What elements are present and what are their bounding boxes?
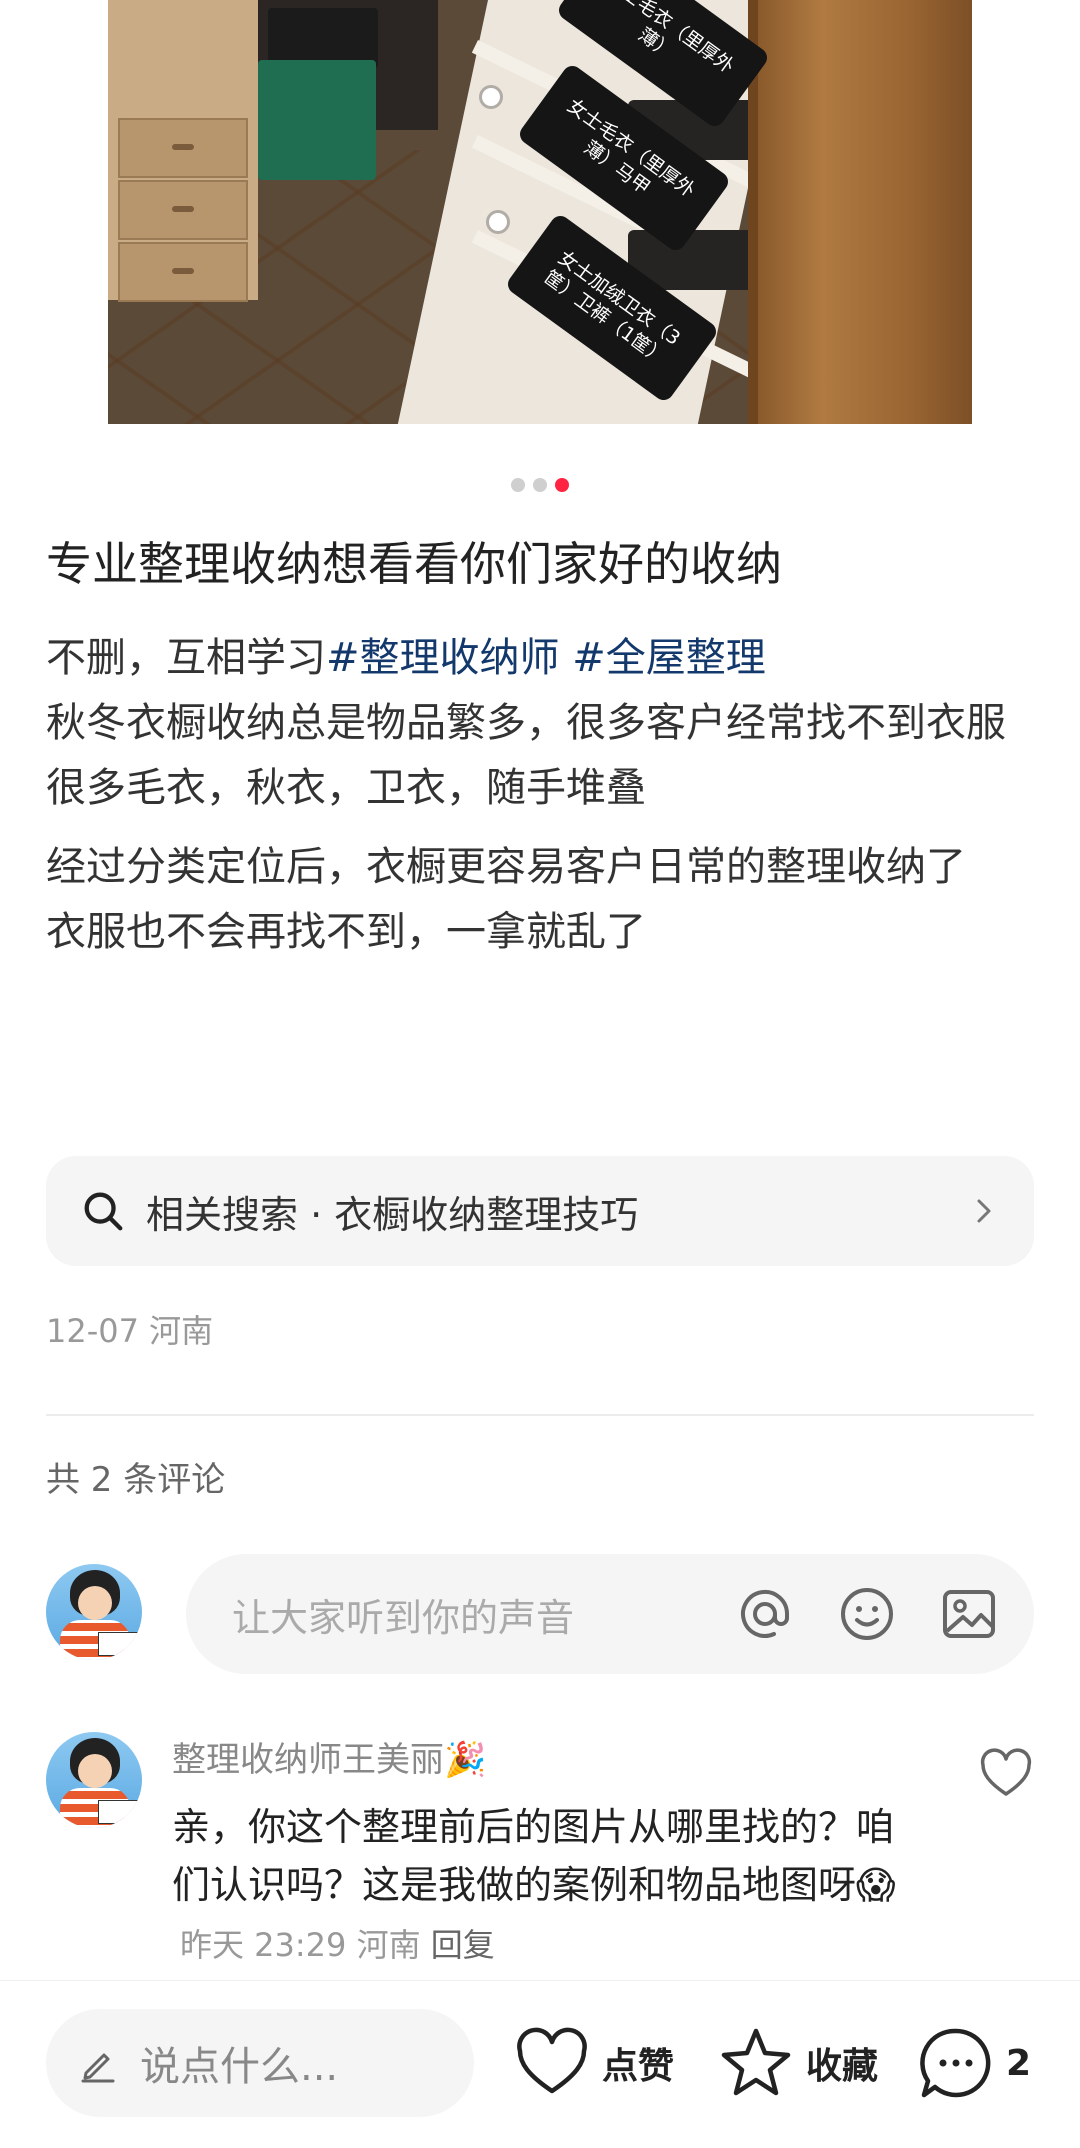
- chevron-right-icon: [977, 1199, 991, 1223]
- hashtag-link[interactable]: #全屋整理: [572, 635, 766, 681]
- comment-count: 共 2 条评论: [46, 1460, 226, 1500]
- body-paragraph: 很多毛衣，秋衣，卫衣，随手堆叠: [46, 765, 646, 811]
- post-body: 不删，互相学习#整理收纳师 #全屋整理 秋冬衣橱收纳总是物品繁多，很多客户经常找…: [46, 626, 1036, 965]
- emoji-icon[interactable]: [836, 1583, 898, 1645]
- tag-pin: [482, 88, 500, 106]
- tag-pin: [489, 213, 507, 231]
- related-search-label: 相关搜索 · 衣橱收纳整理技巧: [146, 1192, 639, 1237]
- body-text: 不删，互相学习: [46, 635, 326, 681]
- comment-location: 河南: [356, 1926, 421, 1964]
- body-paragraph: 秋冬衣橱收纳总是物品繁多，很多客户经常找不到衣服: [46, 700, 1006, 746]
- body-paragraph: 经过分类定位后，衣橱更容易客户日常的整理收纳了: [46, 844, 966, 890]
- drawer: [118, 118, 248, 178]
- comment-body: 亲，你这个整理前后的图片从哪里找的？咱们认识吗？这是我做的案例和物品地图呀😱 昨…: [172, 1798, 912, 1974]
- body-line: 不删，互相学习#整理收纳师 #全屋整理: [46, 626, 1036, 691]
- left-cabinet: [108, 0, 258, 302]
- post-date: 12-07: [46, 1312, 139, 1350]
- avatar[interactable]: [46, 1564, 142, 1660]
- say-placeholder: 说点什么...: [140, 2044, 339, 2090]
- related-search-button[interactable]: 相关搜索 · 衣橱收纳整理技巧: [46, 1156, 1034, 1266]
- reply-button[interactable]: 回复: [431, 1926, 495, 1964]
- comment-count-label: 2: [1006, 2042, 1032, 2084]
- comment-input[interactable]: 让大家听到你的声音: [186, 1554, 1034, 1674]
- carousel-dot: [533, 478, 547, 492]
- divider: [46, 1414, 1034, 1416]
- collect-button[interactable]: 收藏: [718, 2025, 878, 2101]
- hashtag-link[interactable]: #整理收纳师: [326, 635, 560, 681]
- comment-button[interactable]: 2: [918, 2025, 1031, 2101]
- drawer: [118, 242, 248, 302]
- star-icon: [721, 2028, 791, 2096]
- comment-like-icon[interactable]: [978, 1746, 1034, 1802]
- bottom-action-bar: 说点什么... 点赞 收藏 2: [0, 1980, 1080, 2148]
- carousel-dot: [511, 478, 525, 492]
- wardrobe-door: [758, 0, 972, 424]
- body-paragraph: 衣服也不会再找不到，一拿就乱了: [46, 909, 646, 955]
- collect-label: 收藏: [806, 2046, 879, 2087]
- comment-meta: 昨天 23:29 河南 回复: [180, 1926, 495, 1964]
- search-icon: [84, 1192, 123, 1231]
- pencil-icon: [81, 2053, 115, 2083]
- comment-input-placeholder: 让大家听到你的声音: [232, 1595, 575, 1640]
- comment-bubble-icon: [920, 2028, 991, 2098]
- comment-avatar[interactable]: [46, 1732, 142, 1828]
- storage-bin: [258, 60, 376, 180]
- carousel-dot-active: [555, 478, 569, 492]
- heart-icon: [517, 2027, 587, 2094]
- post-title: 专业整理收纳想看看你们家好的收纳: [46, 537, 782, 591]
- post-meta: 12-07 河南: [46, 1306, 213, 1352]
- post-image[interactable]: 女士毛衣（里厚外薄） 女士毛衣（里厚外薄）马甲 女士加绒卫衣（3筐）卫裤（1筐）: [108, 0, 972, 424]
- carousel-indicator: [0, 478, 1080, 492]
- comment-text: 亲，你这个整理前后的图片从哪里找的？咱们认识吗？这是我做的案例和物品地图呀😱: [172, 1805, 896, 1907]
- storage-bin: [268, 8, 378, 68]
- drawer: [118, 180, 248, 240]
- say-something-input[interactable]: 说点什么...: [46, 2009, 474, 2117]
- comment-author[interactable]: 整理收纳师王美丽🎉: [172, 1732, 486, 1781]
- like-button[interactable]: 点赞: [514, 2025, 674, 2101]
- like-label: 点赞: [602, 2046, 675, 2087]
- at-mention-icon[interactable]: [734, 1583, 796, 1645]
- image-icon[interactable]: [938, 1583, 1000, 1645]
- post-location: 河南: [149, 1312, 214, 1350]
- comment-time: 昨天 23:29: [180, 1926, 347, 1964]
